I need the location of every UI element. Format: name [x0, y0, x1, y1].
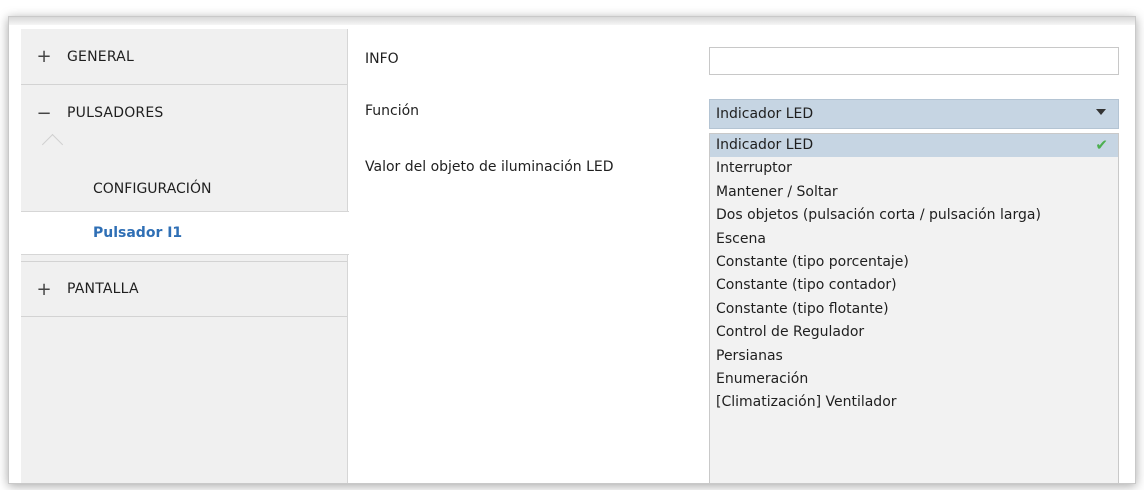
dropdown-option-label: Mantener / Soltar	[716, 183, 838, 200]
parameters-window: + GENERAL − PULSADORES CONFIGURACIÓN Pul…	[8, 16, 1136, 484]
sidebar-item-label: PULSADORES	[67, 105, 164, 121]
sidebar-item-pulsador-i1[interactable]: Pulsador I1	[21, 211, 349, 255]
checkmark-icon: ✔	[1095, 136, 1108, 154]
dropdown-option[interactable]: Enumeración	[710, 368, 1118, 391]
dropdown-option-label: Interruptor	[716, 160, 792, 177]
expand-plus-icon[interactable]: +	[21, 279, 67, 300]
funcion-dropdown-list: Indicador LED ✔ Interruptor Mantener / Solt…	[709, 133, 1119, 483]
dropdown-option[interactable]: Interruptor	[710, 157, 1118, 180]
funcion-select-value: Indicador LED	[716, 106, 814, 122]
dropdown-option-label: Constante (tipo porcentaje)	[716, 253, 909, 270]
dropdown-option[interactable]: Constante (tipo porcentaje)	[710, 251, 1118, 274]
sidebar-item-label: PANTALLA	[67, 281, 139, 297]
dropdown-option[interactable]: Escena	[710, 228, 1118, 251]
valor-label: Valor del objeto de iluminación LED	[365, 159, 614, 175]
dropdown-option[interactable]: Persianas	[710, 345, 1118, 368]
dropdown-option[interactable]: Constante (tipo contador)	[710, 274, 1118, 297]
dropdown-option[interactable]: Constante (tipo flotante)	[710, 298, 1118, 321]
dropdown-option[interactable]: [Climatización] Ventilador	[710, 391, 1118, 414]
sidebar-item-configuracion[interactable]: CONFIGURACIÓN	[21, 167, 347, 211]
dropdown-option[interactable]: Control de Regulador	[710, 321, 1118, 344]
sidebar-item-label: Pulsador I1	[93, 225, 183, 241]
sidebar: + GENERAL − PULSADORES CONFIGURACIÓN Pul…	[21, 29, 349, 483]
dropdown-option[interactable]: Mantener / Soltar	[710, 181, 1118, 204]
dropdown-arrow-icon[interactable]	[1096, 109, 1106, 115]
dropdown-option-label: Indicador LED	[716, 137, 814, 153]
window-top-shade	[9, 17, 1135, 25]
info-label: INFO	[365, 51, 399, 67]
dropdown-option-label: Persianas	[716, 347, 783, 364]
expand-plus-icon[interactable]: +	[21, 46, 67, 67]
dropdown-option-label: Enumeración	[716, 370, 809, 387]
sidebar-item-label: CONFIGURACIÓN	[93, 181, 212, 197]
parameters-panel: INFO Función Indicador LED Valor del obj…	[347, 29, 1135, 483]
dropdown-option[interactable]: Dos objetos (pulsación corta / pulsación…	[710, 204, 1118, 227]
dropdown-option[interactable]: Indicador LED ✔	[710, 134, 1118, 158]
dropdown-option-label: Constante (tipo contador)	[716, 277, 897, 294]
sidebar-item-general[interactable]: + GENERAL	[21, 29, 347, 85]
dropdown-option-label: Control de Regulador	[716, 324, 865, 341]
collapse-minus-icon[interactable]: −	[21, 103, 67, 124]
dropdown-option-label: Dos objetos (pulsación corta / pulsación…	[716, 207, 1041, 224]
funcion-label: Función	[365, 103, 420, 119]
dropdown-option-label: Constante (tipo flotante)	[716, 300, 889, 317]
info-input[interactable]	[709, 47, 1119, 75]
sidebar-item-pantalla[interactable]: + PANTALLA	[21, 261, 347, 317]
dropdown-option-label: Escena	[716, 230, 766, 247]
dropdown-option-label: [Climatización] Ventilador	[716, 394, 897, 411]
sidebar-item-pulsadores[interactable]: − PULSADORES	[21, 85, 347, 141]
funcion-select[interactable]: Indicador LED	[709, 99, 1119, 129]
sidebar-item-label: GENERAL	[67, 48, 134, 65]
